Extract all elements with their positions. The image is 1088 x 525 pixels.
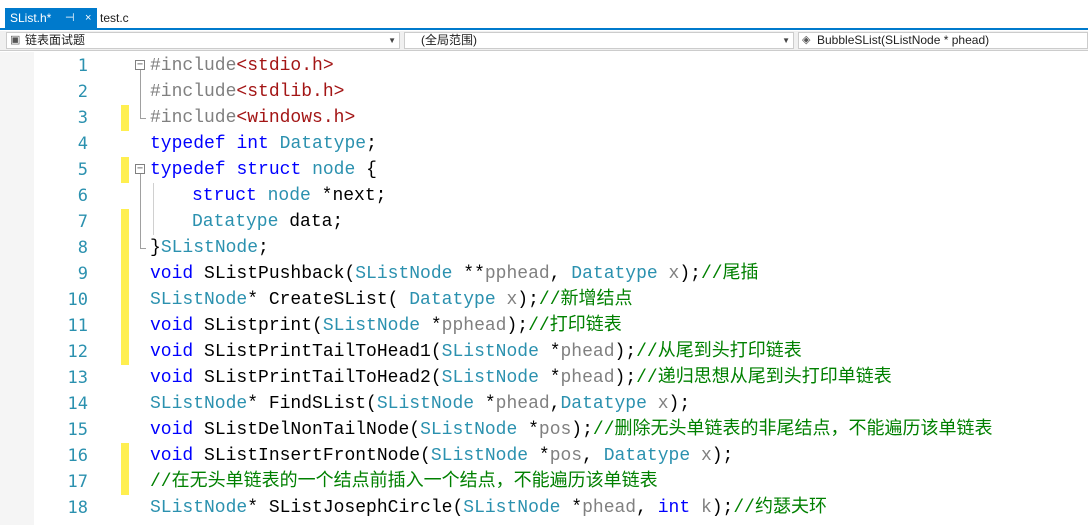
outline-end	[140, 248, 146, 249]
change-indicator	[121, 157, 129, 183]
tab-test-c[interactable]: test.c	[100, 8, 129, 28]
project-dropdown-value: 链表面试题	[25, 33, 86, 47]
collapse-icon[interactable]: −	[135, 60, 145, 70]
line-number: 7	[77, 212, 88, 232]
code-line[interactable]: 12 void SListPrintTailToHead1(SListNode *…	[0, 339, 1088, 365]
line-number: 18	[67, 498, 88, 518]
code-text: #include<stdlib.h>	[150, 82, 345, 102]
outline-line	[140, 79, 141, 105]
line-number: 15	[67, 420, 88, 440]
project-icon: ▣	[10, 34, 21, 46]
line-number: 16	[67, 446, 88, 466]
code-line[interactable]: 14 SListNode* FindSList(SListNode *phead,…	[0, 391, 1088, 417]
code-line[interactable]: 9 void SListPushback(SListNode **pphead, …	[0, 261, 1088, 287]
member-dropdown[interactable]: ◈ BubbleSList(SListNode * phead)	[798, 32, 1088, 49]
line-number: 3	[77, 108, 88, 128]
code-text: void SListprint(SListNode *pphead);//打印链…	[150, 316, 622, 336]
tab-slist-h[interactable]: SList.h* ⊣ ×	[5, 8, 97, 30]
change-indicator	[121, 443, 129, 469]
line-number: 4	[77, 134, 88, 154]
code-text: void SListPrintTailToHead2(SListNode *ph…	[150, 368, 892, 388]
scope-dropdown-value: (全局范围)	[421, 33, 477, 47]
code-text: void SListPushback(SListNode **pphead, D…	[150, 264, 759, 284]
line-number: 17	[67, 472, 88, 492]
line-number: 12	[67, 342, 88, 362]
member-dropdown-value: BubbleSList(SListNode * phead)	[817, 33, 990, 47]
navigation-bar: ▣ 链表面试题 ▼ (全局范围) ▼ ◈ BubbleSList(SListNo…	[0, 31, 1088, 51]
change-indicator	[121, 209, 129, 235]
code-line[interactable]: 2 #include<stdlib.h>	[0, 79, 1088, 105]
line-number: 1	[77, 56, 88, 76]
code-text: #include<windows.h>	[150, 108, 356, 128]
outline-line	[140, 105, 141, 118]
code-text: SListNode* CreateSList( Datatype x);//新增…	[150, 290, 633, 310]
code-text: void SListInsertFrontNode(SListNode *pos…	[150, 446, 734, 466]
code-editor[interactable]: 1− #include<stdio.h> 2 #include<stdlib.h> 3 #…	[0, 52, 1088, 525]
code-text: void SListPrintTailToHead1(SListNode *ph…	[150, 342, 802, 362]
line-number: 10	[67, 290, 88, 310]
code-text: }SListNode;	[150, 238, 269, 258]
code-line[interactable]: 16 void SListInsertFrontNode(SListNode *p…	[0, 443, 1088, 469]
indent-guide	[153, 209, 154, 235]
change-indicator	[121, 105, 129, 131]
project-dropdown[interactable]: ▣ 链表面试题 ▼	[6, 32, 400, 49]
code-text: #include<stdio.h>	[150, 56, 334, 76]
code-line[interactable]: 1 − #include<stdio.h>	[0, 53, 1088, 79]
line-number: 11	[67, 316, 88, 336]
tab-test-c-label: test.c	[100, 11, 129, 25]
change-indicator	[121, 235, 129, 261]
collapse-icon[interactable]: −	[135, 164, 145, 174]
outline-line	[140, 235, 141, 248]
code-text: struct node *next;	[192, 186, 387, 206]
code-line[interactable]: 10 SListNode* CreateSList( Datatype x);//…	[0, 287, 1088, 313]
line-number: 13	[67, 368, 88, 388]
outline-line	[140, 70, 141, 79]
line-number: 6	[77, 186, 88, 206]
code-line[interactable]: 5 − typedef struct node {	[0, 157, 1088, 183]
scope-dropdown[interactable]: (全局范围) ▼	[404, 32, 794, 49]
code-line[interactable]: 6 struct node *next;	[0, 183, 1088, 209]
line-number: 8	[77, 238, 88, 258]
chevron-down-icon[interactable]: ▼	[782, 33, 790, 48]
outline-line	[140, 183, 141, 209]
code-text: typedef struct node {	[150, 160, 377, 180]
method-icon: ◈	[802, 34, 811, 46]
code-text: SListNode* FindSList(SListNode *phead,Da…	[150, 394, 691, 414]
code-line[interactable]: 7 Datatype data;	[0, 209, 1088, 235]
chevron-down-icon[interactable]: ▼	[388, 33, 396, 48]
line-number: 9	[77, 264, 88, 284]
code-line[interactable]: 15 void SListDelNonTailNode(SListNode *po…	[0, 417, 1088, 443]
indent-guide	[153, 183, 154, 209]
code-line[interactable]: 13 void SListPrintTailToHead2(SListNode *…	[0, 365, 1088, 391]
line-number: 2	[77, 82, 88, 102]
code-text: Datatype data;	[192, 212, 344, 232]
code-text: //在无头单链表的一个结点前插入一个结点，不能遍历该单链表	[150, 472, 658, 492]
code-text: SListNode* SListJosephCircle(SListNode *…	[150, 498, 827, 518]
code-line[interactable]: 3 #include<windows.h>	[0, 105, 1088, 131]
code-line[interactable]: 11 void SListprint(SListNode *pphead);//打…	[0, 313, 1088, 339]
tab-slist-h-label: SList.h*	[10, 11, 52, 25]
code-line[interactable]: 17 //在无头单链表的一个结点前插入一个结点，不能遍历该单链表	[0, 469, 1088, 495]
change-indicator	[121, 313, 129, 339]
outline-line	[140, 209, 141, 235]
line-number: 5	[77, 160, 88, 180]
code-text: typedef int Datatype;	[150, 134, 377, 154]
document-tab-bar: SList.h* ⊣ × test.c	[0, 0, 1088, 30]
change-indicator	[121, 261, 129, 287]
change-indicator	[121, 339, 129, 365]
change-indicator	[121, 469, 129, 495]
change-indicator	[121, 287, 129, 313]
code-text: void SListDelNonTailNode(SListNode *pos)…	[150, 420, 993, 440]
code-line[interactable]: 18 SListNode* SListJosephCircle(SListNode…	[0, 495, 1088, 521]
outline-line	[140, 174, 141, 183]
pin-icon[interactable]: ⊣	[65, 8, 75, 28]
code-line[interactable]: 8 }SListNode;	[0, 235, 1088, 261]
outline-end	[140, 118, 146, 119]
code-line[interactable]: 4 typedef int Datatype;	[0, 131, 1088, 157]
close-icon[interactable]: ×	[85, 8, 91, 28]
line-number: 14	[67, 394, 88, 414]
